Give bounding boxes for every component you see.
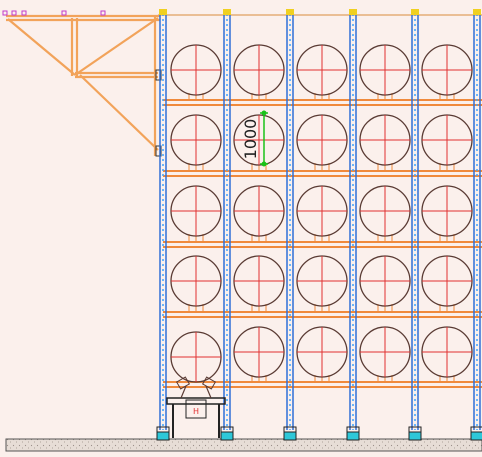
rack-elevation-drawing: H 1000	[2, 9, 482, 452]
paper-roll	[233, 326, 285, 378]
paper-roll	[421, 255, 473, 307]
paper-roll	[359, 185, 411, 237]
paper-roll	[296, 44, 348, 96]
rack-upright	[283, 9, 297, 441]
upright-top-cap	[349, 9, 357, 15]
paper-rolls	[170, 44, 473, 383]
cantilever-truss	[6, 14, 160, 156]
base-anchor	[470, 431, 482, 441]
rack-upright	[220, 9, 234, 441]
paper-roll	[296, 255, 348, 307]
paper-roll	[359, 326, 411, 378]
paper-roll	[296, 185, 348, 237]
rack-upright	[470, 9, 482, 441]
paper-roll	[359, 255, 411, 307]
paper-roll	[170, 331, 222, 383]
upright-top-cap	[223, 9, 231, 15]
paper-roll	[170, 255, 222, 307]
floor-slab	[5, 438, 482, 452]
rack-uprights	[156, 9, 482, 441]
upright-top-cap	[473, 9, 481, 15]
dimension-label: 1000	[241, 119, 260, 160]
paper-roll	[170, 114, 222, 166]
base-anchor	[156, 431, 170, 441]
rack-upright	[408, 9, 422, 441]
paper-roll	[421, 185, 473, 237]
truss-markers	[2, 10, 106, 16]
paper-roll	[233, 185, 285, 237]
paper-roll	[421, 114, 473, 166]
base-anchor	[408, 431, 422, 441]
paper-roll	[421, 326, 473, 378]
dimension-annotation: 1000	[241, 110, 268, 167]
upright-top-cap	[159, 9, 167, 15]
paper-roll	[359, 114, 411, 166]
rack-upright	[346, 9, 360, 441]
paper-roll	[359, 44, 411, 96]
paper-roll	[296, 114, 348, 166]
paper-roll	[170, 185, 222, 237]
upright-top-cap	[411, 9, 419, 15]
rack-upright	[156, 9, 170, 441]
paper-roll	[233, 255, 285, 307]
paper-roll	[233, 44, 285, 96]
base-anchor	[283, 431, 297, 441]
paper-roll	[170, 44, 222, 96]
paper-roll	[421, 44, 473, 96]
base-anchor	[346, 431, 360, 441]
base-anchor	[220, 431, 234, 441]
loader-label: H	[193, 407, 199, 416]
paper-roll	[296, 326, 348, 378]
upright-top-cap	[286, 9, 294, 15]
